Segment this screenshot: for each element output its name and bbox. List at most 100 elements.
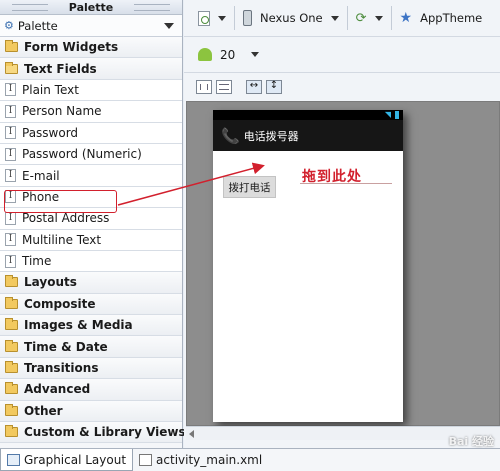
design-canvas[interactable]: ◥ 📞 电话拨号器 拨打电话 <box>186 101 500 426</box>
palette-category-custom-library-views[interactable]: Custom & Library Views <box>0 422 186 444</box>
text-field-icon: I <box>5 169 16 183</box>
palette-mode-dropdown[interactable]: ⚙ Palette <box>0 15 182 37</box>
config-dropdown-arrow-icon[interactable] <box>218 15 226 21</box>
orientation-dropdown-arrow-icon[interactable] <box>374 15 383 21</box>
palette-item-time[interactable]: I Time <box>0 250 182 273</box>
device-action-bar: 📞 电话拨号器 <box>213 120 403 151</box>
tab-label: activity_main.xml <box>156 453 263 467</box>
palette-row-label: Password (Numeric) <box>22 147 142 162</box>
watermark: Bai 经验 <box>448 435 494 448</box>
folder-open-icon <box>5 61 18 74</box>
palette-row-label: Form Widgets <box>24 40 119 55</box>
text-field-icon: I <box>5 211 16 225</box>
palette-row-label: Time <box>22 254 52 269</box>
theme-selector[interactable]: AppTheme <box>420 11 482 25</box>
toolbar-separator <box>346 6 348 30</box>
palette-list: Form Widgets Text Fields I Plain Text I Perso… <box>0 37 186 444</box>
palette-category-transitions[interactable]: Transitions <box>0 357 182 380</box>
editor-tabs: Graphical Layout activity_main.xml <box>0 448 500 471</box>
editor-toolbar-view: ↔ ↕ <box>184 73 500 101</box>
toolbar-separator <box>234 6 235 30</box>
palette-row-label: Advanced <box>24 382 91 397</box>
rotate-icon[interactable]: ⟳ <box>356 11 367 26</box>
device-selector[interactable]: Nexus One <box>260 11 323 25</box>
editor-toolbar-api: 20 <box>184 37 500 73</box>
palette-row-label: Time & Date <box>24 339 108 354</box>
palette-item-e-mail[interactable]: I E-mail <box>0 165 182 187</box>
palette-category-text-fields[interactable]: Text Fields <box>0 58 182 80</box>
palette-row-label: Composite <box>24 296 96 311</box>
device-status-bar: ◥ <box>213 110 403 120</box>
palette-category-other[interactable]: Other <box>0 400 182 423</box>
phone-icon: 📞 <box>221 126 240 145</box>
palette-panel: Palette ⚙ Palette Form Widgets Text Field… <box>0 0 186 448</box>
tab-label: Graphical Layout <box>24 452 127 467</box>
palette-row-label: Plain Text <box>22 82 79 97</box>
wifi-icon: ◥ <box>384 110 391 119</box>
palette-item-multiline-text[interactable]: I Multiline Text <box>0 229 182 251</box>
palette-gear-icon: ⚙ <box>4 19 14 32</box>
palette-item-plain-text[interactable]: I Plain Text <box>0 79 182 102</box>
folder-icon <box>5 403 18 416</box>
palette-dropdown-label: Palette <box>17 18 58 33</box>
palette-category-form-widgets[interactable]: Form Widgets <box>0 37 182 59</box>
text-field-icon: I <box>5 147 16 161</box>
toolbar-separator <box>390 6 392 30</box>
device-dropdown-arrow-icon[interactable] <box>330 15 339 21</box>
toggle-fill-width-icon[interactable]: ↔ <box>246 80 262 94</box>
palette-item-person-name[interactable]: I Person Name <box>0 101 182 123</box>
title-grip-left <box>12 4 48 11</box>
star-icon: ★ <box>399 10 413 26</box>
palette-row-label: Person Name <box>22 104 102 119</box>
palette-item-password-numeric[interactable]: I Password (Numeric) <box>0 143 182 166</box>
folder-icon <box>5 275 18 288</box>
palette-row-label: Postal Address <box>22 211 110 226</box>
toggle-fill-height-icon[interactable]: ↕ <box>266 80 282 94</box>
palette-category-composite[interactable]: Composite <box>0 293 182 316</box>
preview-grid-icon[interactable] <box>216 80 232 94</box>
palette-category-time-date[interactable]: Time & Date <box>0 336 182 358</box>
palette-category-images-media[interactable]: Images & Media <box>0 315 182 337</box>
layout-icon <box>7 453 20 466</box>
text-field-icon: I <box>5 233 16 247</box>
folder-icon <box>5 425 18 438</box>
folder-icon <box>5 296 18 309</box>
chevron-down-icon <box>164 22 174 29</box>
folder-icon <box>5 318 18 331</box>
app-title: 电话拨号器 <box>243 129 299 143</box>
api-level-selector[interactable]: 20 <box>220 48 235 62</box>
palette-row-label: Custom & Library Views <box>24 425 186 440</box>
phone-highlight-box <box>4 190 117 213</box>
text-field-icon: I <box>5 83 16 97</box>
palette-row-label: Layouts <box>24 275 77 290</box>
palette-row-label: Images & Media <box>24 318 133 333</box>
battery-icon <box>395 111 399 119</box>
text-field-icon: I <box>5 104 16 118</box>
xml-file-icon <box>139 454 153 466</box>
palette-row-label: Other <box>24 403 63 418</box>
device-preview: ◥ 📞 电话拨号器 拨打电话 <box>213 110 403 422</box>
palette-row-label: E-mail <box>22 168 60 183</box>
folder-icon <box>5 339 18 352</box>
device-icon <box>243 10 252 26</box>
dial-button[interactable]: 拨打电话 <box>223 176 276 198</box>
palette-row-label: Password <box>22 125 79 140</box>
folder-icon <box>5 40 18 53</box>
tab-activity-main-xml[interactable]: activity_main.xml <box>133 449 268 471</box>
palette-category-layouts[interactable]: Layouts <box>0 272 182 294</box>
palette-item-password[interactable]: I Password <box>0 122 182 144</box>
tab-graphical-layout[interactable]: Graphical Layout <box>0 449 134 471</box>
palette-row-label: Multiline Text <box>22 232 102 247</box>
scroll-left-icon[interactable] <box>189 430 194 438</box>
text-field-icon: I <box>5 254 16 268</box>
config-file-icon[interactable] <box>198 10 210 26</box>
api-dropdown-arrow-icon[interactable] <box>251 52 260 57</box>
layout-editor: Nexus One ⟳ ★ AppTheme 20 ↔ ↕ ◥ 📞 电话拨号器 <box>184 0 500 448</box>
preview-list-icon[interactable] <box>196 80 212 94</box>
folder-icon <box>5 361 18 374</box>
palette-category-advanced[interactable]: Advanced <box>0 379 182 401</box>
palette-row-label: Transitions <box>24 361 99 376</box>
editor-toolbar-top: Nexus One ⟳ ★ AppTheme <box>184 0 500 37</box>
palette-title-bar: Palette <box>0 0 182 15</box>
folder-icon <box>5 382 18 395</box>
